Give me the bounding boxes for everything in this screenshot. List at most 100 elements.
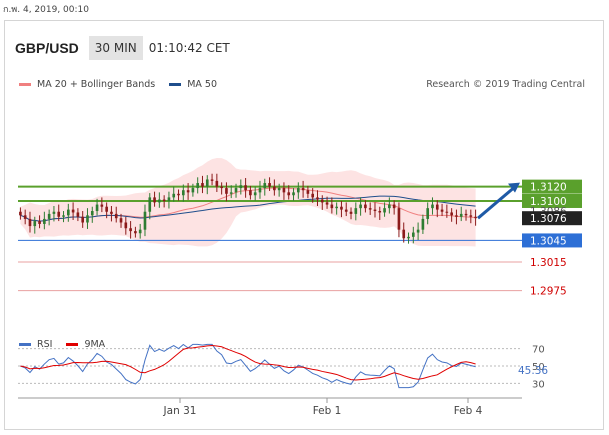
candle-body	[445, 211, 449, 213]
level-label-1.3076: 1.3076	[530, 213, 567, 225]
candle-body	[33, 221, 37, 227]
candle-body	[301, 188, 305, 191]
candle-body	[349, 211, 353, 214]
candle-body	[66, 209, 70, 216]
bollinger-band	[20, 158, 476, 247]
rsi-9ma-line	[20, 344, 476, 381]
candle-body	[19, 211, 22, 216]
candle-body	[411, 232, 415, 237]
candle-body	[258, 188, 262, 193]
x-tick-label: Jan 31	[163, 405, 197, 417]
candle-body	[253, 192, 257, 196]
candle-body	[435, 204, 439, 210]
candle-body	[181, 190, 185, 196]
candle-body	[225, 188, 228, 194]
candle-body	[392, 204, 396, 209]
candle-body	[220, 186, 223, 189]
candle-body	[407, 236, 410, 239]
candle-body	[205, 179, 209, 187]
candle-body	[158, 199, 161, 203]
candle-body	[71, 209, 75, 213]
price-chart: 1.31201.31001.30861.30761.30451.30151.29…	[18, 158, 582, 417]
candle-body	[373, 209, 377, 212]
candle-body	[440, 209, 444, 212]
candle-body	[239, 185, 243, 189]
candle-body	[277, 188, 281, 191]
candle-body	[234, 188, 238, 193]
rsi-level-label-30: 30	[532, 379, 545, 390]
candle-body	[450, 212, 453, 216]
candle-body	[311, 193, 315, 198]
candle-body	[325, 202, 329, 205]
candle-body	[153, 197, 156, 203]
candle-body	[177, 193, 180, 196]
candle-body	[62, 215, 65, 217]
candle-body	[474, 216, 477, 219]
candle-body	[210, 179, 214, 181]
x-tick-label: Feb 4	[454, 405, 483, 417]
candle-body	[287, 192, 291, 196]
candle-body	[100, 204, 104, 207]
rsi-last-value: 45.36	[518, 365, 548, 377]
candle-body	[455, 215, 458, 217]
candle-body	[138, 229, 142, 234]
candle-body	[368, 208, 372, 210]
forecast-arrow-shaft	[477, 186, 515, 220]
candle-body	[119, 218, 123, 223]
candle-body	[28, 218, 32, 227]
candle-body	[57, 211, 61, 217]
candle-body	[306, 190, 310, 194]
candle-body	[296, 188, 300, 193]
level-label-1.3045: 1.3045	[530, 235, 567, 247]
candle-body	[388, 204, 391, 209]
candle-body	[124, 222, 128, 229]
x-tick-label: Feb 1	[313, 405, 342, 417]
candle-body	[129, 228, 132, 232]
candle-body	[191, 188, 195, 193]
candle-body	[464, 213, 468, 216]
candle-body	[459, 213, 463, 217]
candle-body	[383, 208, 386, 213]
candle-body	[86, 215, 89, 223]
candle-body	[354, 208, 358, 214]
level-label-1.2975: 1.2975	[530, 286, 567, 298]
candle-body	[431, 204, 434, 209]
candle-body	[416, 229, 420, 233]
candle-body	[359, 204, 362, 209]
candle-body	[273, 186, 276, 191]
candle-body	[196, 183, 200, 189]
candle-body	[402, 229, 406, 239]
level-label-1.3120: 1.3120	[530, 182, 567, 194]
candle-body	[316, 197, 319, 200]
candle-body	[229, 192, 233, 194]
candle-body	[110, 211, 113, 214]
candle-body	[162, 199, 166, 201]
candle-body	[81, 216, 85, 223]
candle-body	[330, 204, 334, 209]
rsi-level-label-70: 70	[532, 345, 545, 356]
candle-body	[47, 213, 51, 219]
candle-body	[172, 193, 176, 198]
candle-body	[421, 218, 425, 230]
candle-body	[364, 204, 367, 209]
candle-body	[215, 180, 219, 187]
candle-body	[148, 197, 152, 212]
candle-body	[335, 206, 338, 209]
level-label-1.3015: 1.3015	[530, 257, 567, 269]
candle-body	[114, 213, 118, 219]
candle-body	[95, 204, 99, 212]
candle-body	[244, 185, 247, 191]
candle-body	[43, 218, 46, 224]
candle-body	[320, 199, 324, 203]
candle-body	[282, 188, 286, 193]
candle-body	[90, 211, 94, 216]
candle-body	[249, 190, 252, 196]
candle-body	[38, 221, 41, 224]
candle-body	[134, 231, 137, 234]
candle-body	[201, 183, 204, 187]
candle-body	[378, 211, 382, 213]
candle-body	[263, 183, 267, 189]
candle-body	[23, 215, 27, 219]
candle-body	[344, 209, 348, 212]
candle-body	[397, 208, 401, 230]
